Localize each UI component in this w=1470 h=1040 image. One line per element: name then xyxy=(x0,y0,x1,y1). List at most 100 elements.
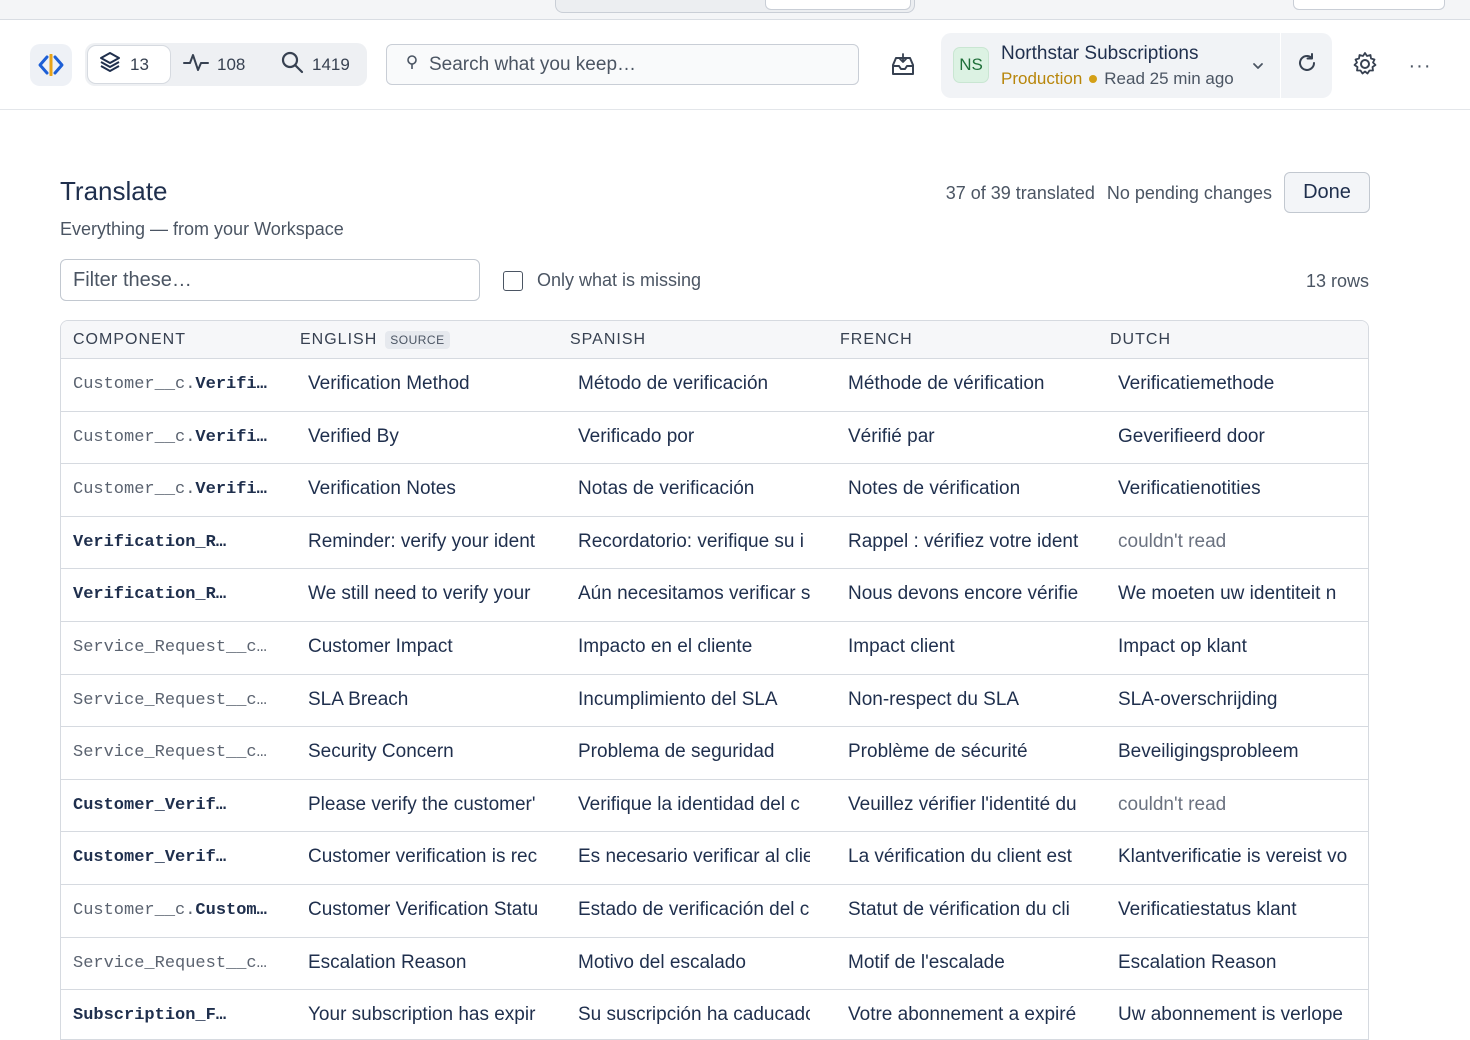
search-input[interactable] xyxy=(429,53,849,76)
component-prefix: Service_Request__c… xyxy=(73,690,267,710)
french-cell[interactable]: Problème de sécurité xyxy=(848,741,1080,763)
component-prefix: Service_Request__c… xyxy=(73,953,267,973)
table-row[interactable]: Service_Request__c… Escalation Reason Moti… xyxy=(61,938,1368,991)
component-name: Verification_R… xyxy=(73,585,227,605)
component-cell: Service_Request__c… xyxy=(73,638,288,657)
table-row[interactable]: Verification_R… Reminder: verify your ide… xyxy=(61,517,1368,570)
table-row[interactable]: Customer__c.Verifi… Verification Notes Not… xyxy=(61,464,1368,517)
dutch-cell[interactable]: Beveiligingsprobleem xyxy=(1118,741,1350,763)
english-cell: We still need to verify your xyxy=(308,583,531,605)
dutch-cell[interactable]: We moeten uw identiteit n xyxy=(1118,583,1350,605)
column-header-dutch[interactable]: DUTCH xyxy=(1110,331,1171,349)
french-cell[interactable]: Veuillez vérifier l'identité du xyxy=(848,794,1080,816)
column-header-english[interactable]: ENGLISH SOURCE xyxy=(300,331,450,349)
dutch-cell[interactable]: Klantverificatie is vereist vo xyxy=(1118,846,1350,868)
spanish-cell[interactable]: Verificado por xyxy=(578,426,810,448)
filter-input[interactable] xyxy=(60,259,480,301)
column-header-french[interactable]: FRENCH xyxy=(840,331,913,349)
spanish-cell[interactable]: Recordatorio: verifique su i xyxy=(578,531,810,553)
browser-tab[interactable] xyxy=(1293,0,1445,10)
table-row[interactable]: Customer__c.Verifi… Verification Method Mé… xyxy=(61,359,1368,412)
table-row[interactable]: Verification_R… We still need to verify y… xyxy=(61,569,1368,622)
spanish-cell[interactable]: Problema de seguridad xyxy=(578,741,810,763)
search-counter[interactable]: 1419 xyxy=(270,46,360,83)
done-button[interactable]: Done xyxy=(1284,172,1370,213)
french-cell[interactable]: La vérification du client est xyxy=(848,846,1080,868)
french-cell[interactable]: Impact client xyxy=(848,636,1080,658)
global-search[interactable] xyxy=(386,44,859,85)
component-prefix: Customer__c. xyxy=(73,480,196,500)
spanish-cell[interactable]: Es necesario verificar al clie xyxy=(578,846,810,868)
english-cell: Please verify the customer' xyxy=(308,793,536,815)
spanish-cell[interactable]: Método de verificación xyxy=(578,373,810,395)
component-name: Verification_R… xyxy=(73,532,227,552)
french-cell[interactable]: Méthode de vérification xyxy=(848,373,1080,395)
dutch-cell[interactable]: couldn't read xyxy=(1118,794,1350,816)
table-row[interactable]: Service_Request__c… SLA Breach Incumplimie… xyxy=(61,675,1368,728)
org-status: Production Read 25 min ago xyxy=(1001,69,1234,89)
browser-tab[interactable] xyxy=(765,0,911,10)
dutch-cell[interactable]: Verificatiestatus klant xyxy=(1118,899,1350,921)
table-row[interactable]: Service_Request__c… Security Concern Probl… xyxy=(61,727,1368,780)
french-cell[interactable]: Non-respect du SLA xyxy=(848,689,1080,711)
org-switcher[interactable]: NS Northstar Subscriptions Production Re… xyxy=(941,33,1280,98)
status-dot-icon xyxy=(1089,75,1098,83)
only-missing-toggle[interactable]: Only what is missing xyxy=(503,270,701,291)
layers-counter[interactable]: 13 xyxy=(88,46,170,83)
english-cell: Verified By xyxy=(308,425,399,447)
french-cell[interactable]: Notes de vérification xyxy=(848,478,1080,500)
more-options-button[interactable]: ··· xyxy=(1405,51,1435,81)
layers-icon xyxy=(98,50,122,79)
component-prefix: Customer__c. xyxy=(73,427,196,447)
settings-button[interactable] xyxy=(1350,51,1380,81)
component-cell: Service_Request__c… xyxy=(73,691,288,710)
french-cell[interactable]: Motif de l'escalade xyxy=(848,952,1080,974)
component-cell: Subscription_F… xyxy=(73,1006,288,1025)
activity-counter[interactable]: 108 xyxy=(173,46,255,83)
table-row[interactable]: Customer__c.Verifi… Verified By Verificado… xyxy=(61,412,1368,465)
gear-icon xyxy=(1352,51,1378,82)
dutch-cell[interactable]: Escalation Reason xyxy=(1118,952,1350,974)
inbox-icon[interactable] xyxy=(888,53,918,79)
french-cell[interactable]: Statut de vérification du cli xyxy=(848,899,1080,921)
component-name: Verifi… xyxy=(195,427,267,447)
component-name: Verifi… xyxy=(195,375,267,394)
app-logo-icon[interactable] xyxy=(30,44,72,86)
dutch-cell[interactable]: Uw abonnement is verlope xyxy=(1118,1004,1350,1026)
progress-text: 37 of 39 translated xyxy=(945,183,1095,203)
french-cell[interactable]: Vérifié par xyxy=(848,426,1080,448)
spanish-cell[interactable]: Verifique la identidad del c xyxy=(578,794,810,816)
only-missing-checkbox[interactable] xyxy=(503,270,523,291)
dutch-cell[interactable]: Verificatiemethode xyxy=(1118,373,1350,395)
english-cell: Your subscription has expir xyxy=(308,1004,536,1026)
dutch-cell[interactable]: SLA-overschrijding xyxy=(1118,689,1350,711)
table-row[interactable]: Customer_Verif… Customer verification is … xyxy=(61,832,1368,885)
spanish-cell[interactable]: Su suscripción ha caducado xyxy=(578,1004,810,1026)
table-row[interactable]: Customer_Verif… Please verify the custome… xyxy=(61,780,1368,833)
french-cell[interactable]: Votre abonnement a expiré xyxy=(848,1004,1080,1026)
refresh-icon xyxy=(1296,52,1318,79)
column-header-spanish[interactable]: SPANISH xyxy=(570,331,646,349)
spanish-cell[interactable]: Motivo del escalado xyxy=(578,952,810,974)
dutch-cell[interactable]: Impact op klant xyxy=(1118,636,1350,658)
spanish-cell[interactable]: Estado de verificación del c xyxy=(578,899,810,921)
dutch-cell[interactable]: Verificatienotities xyxy=(1118,478,1350,500)
table-row[interactable]: Customer__c.Custom… Customer Verification… xyxy=(61,885,1368,938)
dutch-cell[interactable]: couldn't read xyxy=(1118,531,1350,553)
spanish-cell[interactable]: Impacto en el cliente xyxy=(578,636,810,658)
spanish-cell[interactable]: Aún necesitamos verificar s xyxy=(578,583,810,605)
english-cell: Customer Verification Statu xyxy=(308,898,539,920)
page-subtitle: Everything — from your Workspace xyxy=(60,219,344,239)
french-cell[interactable]: Nous devons encore vérifie xyxy=(848,583,1080,605)
dutch-cell[interactable]: Geverifieerd door xyxy=(1118,426,1350,448)
org-name: Northstar Subscriptions xyxy=(1001,43,1199,64)
table-row[interactable]: Service_Request__c… Customer Impact Impact… xyxy=(61,622,1368,675)
english-cell: Security Concern xyxy=(308,741,454,763)
table-row[interactable]: Subscription_F… Your subscription has exp… xyxy=(61,990,1368,1039)
refresh-button[interactable] xyxy=(1281,33,1332,98)
french-cell[interactable]: Rappel : vérifiez votre ident xyxy=(848,531,1080,553)
spanish-cell[interactable]: Notas de verificación xyxy=(578,478,810,500)
column-header-component[interactable]: COMPONENT xyxy=(73,331,186,349)
chevron-down-icon[interactable] xyxy=(1247,57,1269,75)
spanish-cell[interactable]: Incumplimiento del SLA xyxy=(578,689,810,711)
